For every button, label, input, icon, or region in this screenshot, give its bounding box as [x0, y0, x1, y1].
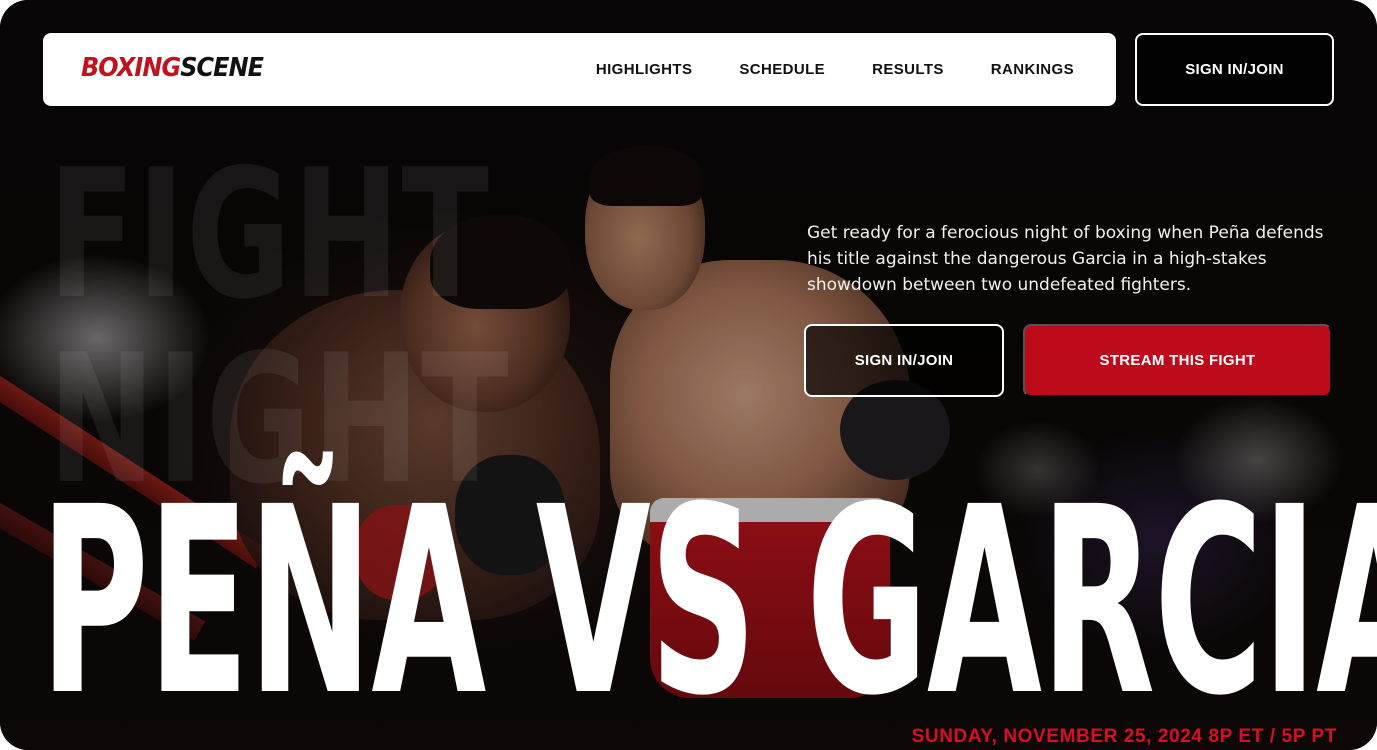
nav-schedule-link[interactable]: SCHEDULE [739, 61, 825, 78]
fight-headline: PEÑA VS GARCIA [40, 452, 1377, 750]
boxingscene-logo[interactable]: BOXINGSCENE [81, 53, 264, 83]
nav-results-link[interactable]: RESULTS [872, 61, 944, 78]
fight-date: SUNDAY, NOVEMBER 25, 2024 8P ET / 5P PT [911, 726, 1337, 747]
logo-boxing: BOXING [81, 53, 181, 83]
top-navbar: BOXINGSCENE HIGHLIGHTS SCHEDULE RESULTS … [43, 33, 1116, 106]
fight-description: Get ready for a ferocious night of boxin… [807, 223, 1324, 295]
main-menu: HIGHLIGHTS SCHEDULE RESULTS RANKINGS [596, 33, 1074, 106]
logo-scene: SCENE [180, 53, 264, 83]
stream-fight-button[interactable]: STREAM THIS FIGHT [1023, 324, 1332, 397]
header-signin-button[interactable]: SIGN IN/JOIN [1135, 33, 1334, 106]
page-frame: FIGHT NIGHT BOXINGSCENE HIGHLIGHTS SCHED… [0, 0, 1377, 750]
hero-signin-button[interactable]: SIGN IN/JOIN [804, 324, 1004, 397]
nav-rankings-link[interactable]: RANKINGS [991, 61, 1074, 78]
nav-highlights-link[interactable]: HIGHLIGHTS [596, 61, 693, 78]
